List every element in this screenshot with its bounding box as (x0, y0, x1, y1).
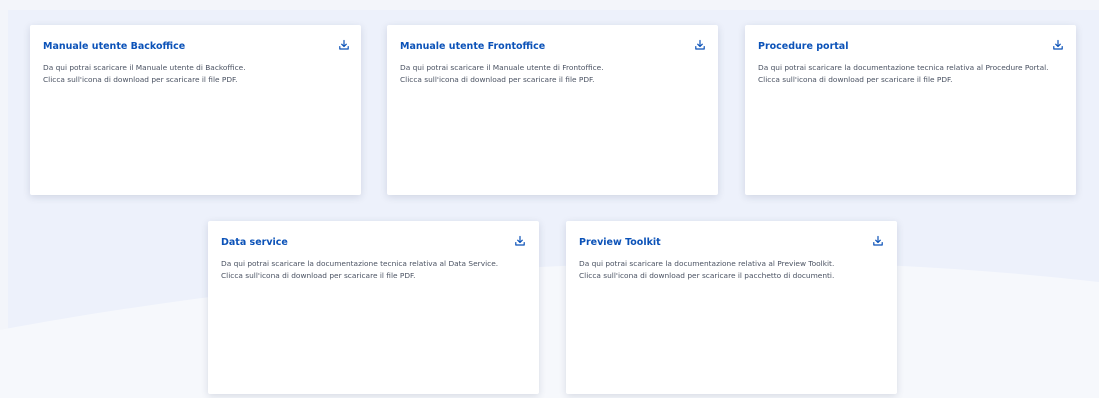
card-description: Da qui potrai scaricare la documentazion… (579, 258, 879, 282)
card-description: Da qui potrai scaricare il Manuale utent… (400, 62, 700, 86)
card-title: Preview Toolkit (579, 237, 661, 248)
description-line: Da qui potrai scaricare la documentazion… (579, 259, 835, 268)
documentation-page: Manuale utente Backoffice Da qui potrai … (0, 0, 1099, 398)
download-icon (873, 235, 883, 246)
description-line: Da qui potrai scaricare il Manuale utent… (400, 63, 604, 72)
description-line: Clicca sull'icona di download per scaric… (43, 75, 238, 84)
download-icon (1053, 39, 1063, 50)
description-line: Da qui potrai scaricare il Manuale utent… (43, 63, 246, 72)
card-manuale-backoffice: Manuale utente Backoffice Da qui potrai … (30, 25, 361, 195)
description-line: Da qui potrai scaricare la documentazion… (758, 63, 1049, 72)
description-line: Clicca sull'icona di download per scaric… (221, 271, 416, 280)
card-title: Procedure portal (758, 41, 849, 52)
description-line: Clicca sull'icona di download per scaric… (758, 75, 953, 84)
download-button[interactable] (338, 39, 350, 51)
card-manuale-frontoffice: Manuale utente Frontoffice Da qui potrai… (387, 25, 718, 195)
card-description: Da qui potrai scaricare la documentazion… (221, 258, 521, 282)
description-line: Clicca sull'icona di download per scaric… (400, 75, 595, 84)
card-procedure-portal: Procedure portal Da qui potrai scaricare… (745, 25, 1076, 195)
card-title: Manuale utente Backoffice (43, 41, 186, 52)
card-description: Da qui potrai scaricare il Manuale utent… (43, 62, 343, 86)
download-icon (515, 235, 525, 246)
description-line: Clicca sull'icona di download per scaric… (579, 271, 835, 280)
download-button[interactable] (872, 235, 884, 247)
card-data-service: Data service Da qui potrai scaricare la … (208, 221, 539, 394)
download-button[interactable] (1052, 39, 1064, 51)
download-button[interactable] (694, 39, 706, 51)
card-title: Manuale utente Frontoffice (400, 41, 546, 52)
card-title: Data service (221, 237, 288, 248)
download-button[interactable] (514, 235, 526, 247)
card-description: Da qui potrai scaricare la documentazion… (758, 62, 1050, 86)
download-icon (695, 39, 705, 50)
card-preview-toolkit: Preview Toolkit Da qui potrai scaricare … (566, 221, 897, 394)
description-line: Da qui potrai scaricare la documentazion… (221, 259, 499, 268)
download-icon (339, 39, 349, 50)
